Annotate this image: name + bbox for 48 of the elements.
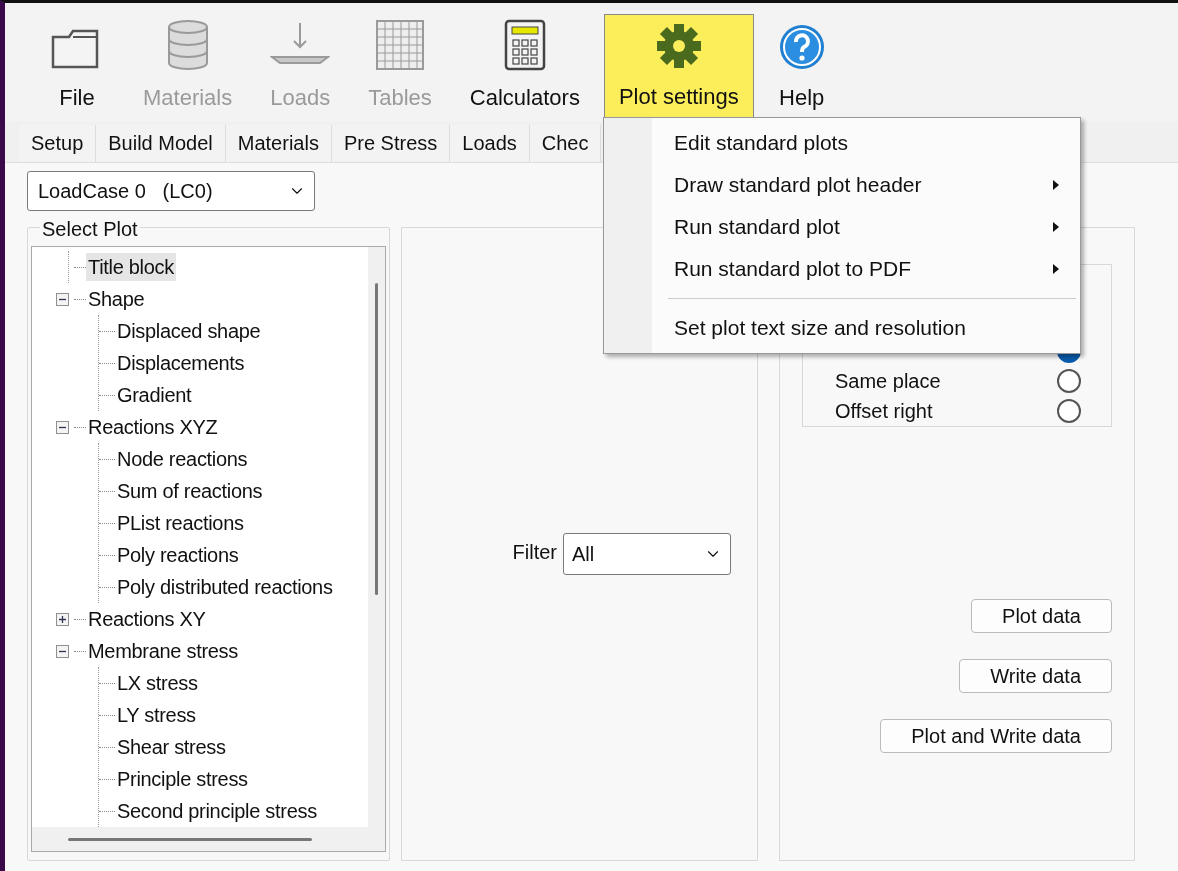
table-icon [375, 18, 426, 71]
tree-item[interactable]: Poly distributed reactions [115, 573, 335, 601]
tree-item[interactable]: Reactions XY [86, 605, 208, 633]
horizontal-scrollbar[interactable] [32, 827, 385, 851]
menu-item[interactable]: Run standard plot to PDF [652, 248, 1076, 290]
collapse-icon[interactable] [55, 420, 69, 434]
menu-item[interactable]: Set plot text size and resolution [652, 307, 1076, 349]
load-case-dropdown[interactable]: LoadCase 0 (LC0) [27, 171, 315, 211]
tree-item[interactable]: Node reactions [115, 445, 250, 473]
vertical-scrollbar[interactable] [368, 247, 385, 827]
tree-item[interactable]: Poly reactions [115, 541, 241, 569]
collapse-icon[interactable] [55, 644, 69, 658]
action-button[interactable]: Plot data [971, 599, 1112, 633]
menu-item[interactable]: Draw standard plot header [652, 164, 1076, 206]
collapse-icon[interactable] [55, 292, 69, 306]
tree-item[interactable]: Title block [86, 253, 176, 281]
gear-icon [654, 21, 703, 70]
radio-label: Same place [835, 369, 941, 394]
tree-item[interactable]: Gradient [115, 381, 194, 409]
radio-button[interactable] [1057, 369, 1081, 393]
calculator-icon [503, 18, 546, 71]
toolbar-button[interactable]: File [35, 13, 119, 122]
tree-item[interactable]: Displaced shape [115, 317, 263, 345]
tree-item[interactable]: Second principle stress [115, 797, 319, 825]
tree-item[interactable]: LX stress [115, 669, 200, 697]
menu-item[interactable]: Run standard plot [652, 206, 1076, 248]
submenu-arrow-icon [1052, 221, 1060, 233]
toolbar-button[interactable]: Calculators [455, 13, 594, 122]
submenu-arrow-icon [1052, 263, 1060, 275]
tree-item[interactable]: Principle stress [115, 765, 250, 793]
tree-item[interactable]: LY stress [115, 701, 198, 729]
tree-item[interactable]: Reactions XYZ [86, 413, 220, 441]
tree-item[interactable]: Shape [86, 285, 147, 313]
submenu-arrow-icon [1052, 179, 1060, 191]
tree-item[interactable]: Shear stress [115, 733, 228, 761]
tree-item[interactable]: Membrane stress [86, 637, 240, 665]
help-icon [777, 22, 826, 71]
radio-label: Offset right [835, 399, 933, 424]
action-button[interactable]: Write data [959, 659, 1112, 693]
menu-item[interactable]: Edit standard plots [652, 122, 1076, 164]
radio-button[interactable] [1057, 399, 1081, 423]
filter-dropdown[interactable]: All [563, 533, 731, 575]
tree-item[interactable]: Displacements [115, 349, 247, 377]
filter-label: Filter [512, 540, 557, 565]
action-button[interactable]: Plot and Write data [880, 719, 1112, 753]
expand-icon[interactable] [55, 612, 69, 626]
tree-item[interactable]: PList reactions [115, 509, 246, 537]
tree-item[interactable]: Sum of reactions [115, 477, 265, 505]
